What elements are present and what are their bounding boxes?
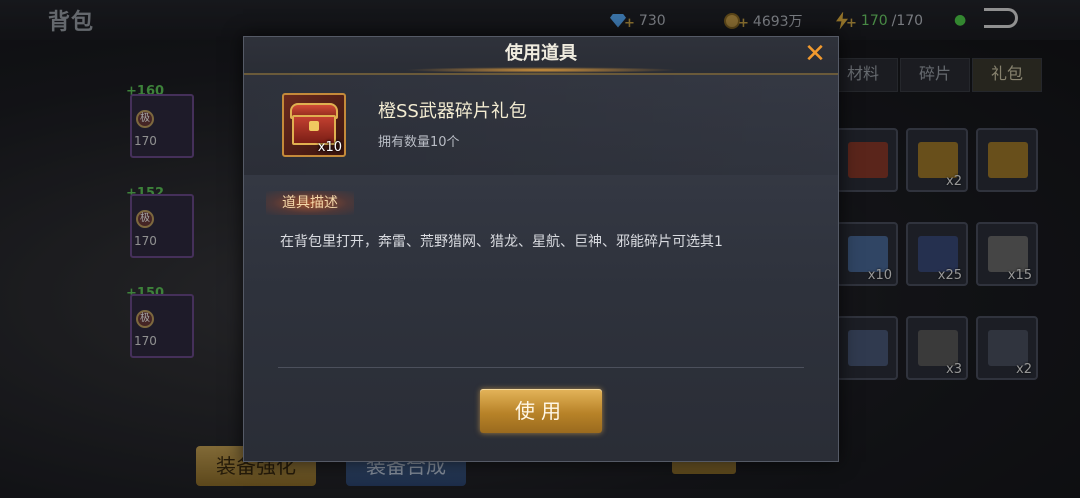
item-info: x10 橙SS武器碎片礼包 拥有数量10个: [244, 75, 838, 175]
description-label: 道具描述: [266, 191, 354, 215]
item-quantity-badge: x10: [317, 140, 342, 155]
use-button[interactable]: 使用: [480, 389, 602, 433]
use-item-dialog: 使用道具 ✕ x10 橙SS武器碎片礼包 拥有数量10个 道具描述 在背包里打开…: [243, 36, 839, 462]
title-glow: [404, 67, 678, 73]
treasure-chest-icon: x10: [282, 93, 346, 157]
owned-count: 拥有数量10个: [378, 135, 460, 150]
close-icon[interactable]: ✕: [800, 39, 830, 69]
dialog-header: 使用道具 ✕: [244, 37, 838, 75]
item-name: 橙SS武器碎片礼包: [378, 101, 527, 122]
item-description: 在背包里打开，奔雷、荒野猎网、猎龙、星航、巨神、邪能碎片可选其1: [280, 234, 723, 250]
dialog-title: 使用道具: [505, 43, 577, 64]
divider: [278, 367, 804, 368]
